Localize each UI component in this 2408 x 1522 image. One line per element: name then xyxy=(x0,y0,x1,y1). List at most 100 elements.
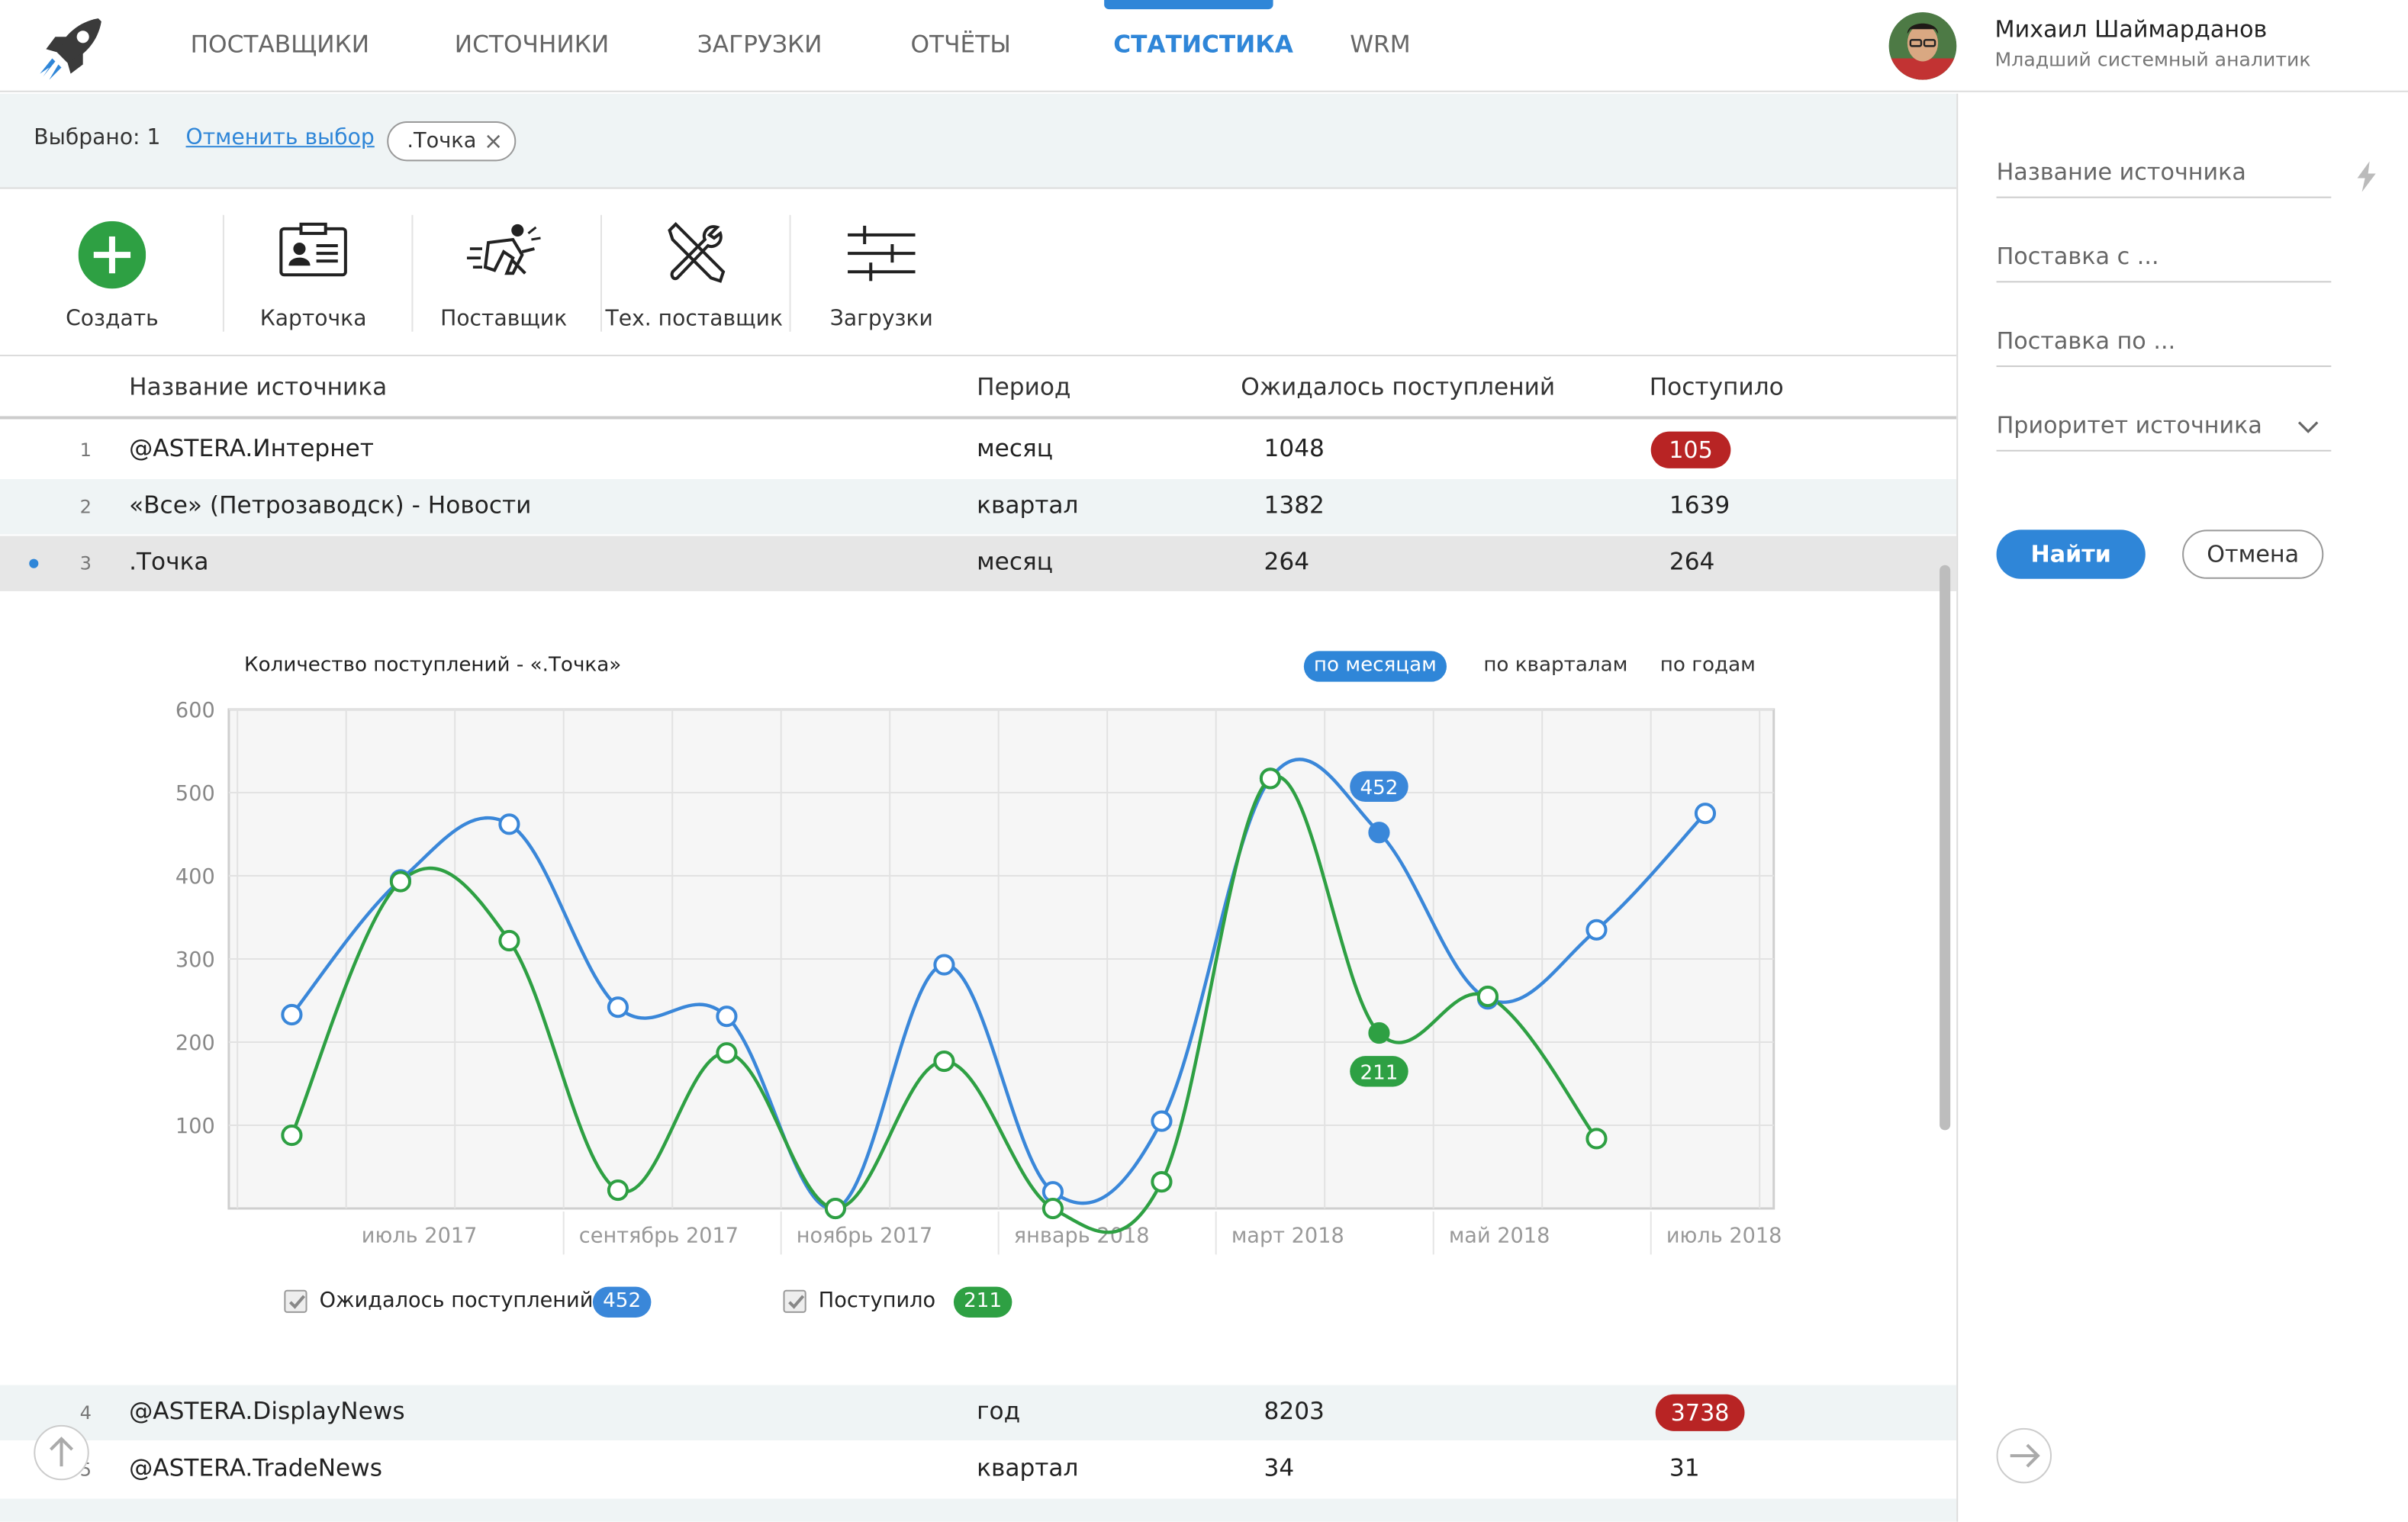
legend-expected-badge: 452 xyxy=(592,1286,652,1318)
legend-received-checkbox[interactable] xyxy=(783,1289,806,1313)
point-received xyxy=(1041,1197,1064,1220)
supplier-label: Поставщик xyxy=(440,307,568,332)
next-button[interactable] xyxy=(1996,1427,2052,1484)
sliders-icon xyxy=(848,225,916,282)
granularity-month-button[interactable]: по месяцам xyxy=(1303,651,1447,682)
point-received xyxy=(281,1125,303,1147)
nav-suppliers[interactable]: ПОСТАВЩИКИ xyxy=(191,31,370,58)
selection-count: Выбрано: 1 xyxy=(34,126,161,151)
tooltip-expected: 452 xyxy=(1350,771,1408,802)
column-period[interactable]: Период xyxy=(977,373,1070,401)
row-expected: 34 xyxy=(1264,1454,1295,1482)
row-source-name: @ASTERA.DisplayNews xyxy=(129,1397,405,1425)
point-received xyxy=(824,1197,847,1220)
row-period: месяц xyxy=(977,434,1054,462)
row-received-alert-badge: 3738 xyxy=(1655,1394,1745,1431)
cancel-selection-link[interactable]: Отменить выбор xyxy=(186,126,375,150)
tooltip-received-label: 211 xyxy=(1360,1061,1398,1084)
legend-expected-label: Ожидалось поступлений xyxy=(319,1288,594,1313)
row-received: 1639 xyxy=(1669,491,1730,520)
x-tick-label: июль 2018 xyxy=(1666,1224,1782,1247)
top-header: ПОСТАВЩИКИ ИСТОЧНИКИ ЗАГРУЗКИ ОТЧЁТЫ СТА… xyxy=(0,0,2408,92)
row-source-name: @ASTERA.TradeNews xyxy=(129,1454,383,1482)
app-root: ПОСТАВЩИКИ ИСТОЧНИКИ ЗАГРУЗКИ ОТЧЁТЫ СТА… xyxy=(0,0,2408,1522)
y-tick-label: 300 xyxy=(175,948,215,972)
table-row[interactable]: 5 @ASTERA.TradeNews квартал 34 31 xyxy=(0,1441,1957,1498)
tech-supplier-button[interactable]: Тех. поставщик xyxy=(600,191,788,356)
table-row[interactable]: 4 @ASTERA.DisplayNews год 8203 3738 xyxy=(0,1385,1957,1440)
chevron-down-icon xyxy=(2297,421,2319,433)
nav-sources[interactable]: ИСТОЧНИКИ xyxy=(455,31,609,58)
tooltip-expected-label: 452 xyxy=(1360,777,1398,800)
table-row[interactable]: 2 «Все» (Петрозаводск) - Новости квартал… xyxy=(0,478,1957,535)
scroll-top-button[interactable] xyxy=(34,1424,89,1481)
supply-from-placeholder: Поставка с ... xyxy=(1996,243,2159,271)
supply-to-field[interactable]: Поставка по ... xyxy=(1996,321,2332,368)
point-expected xyxy=(1694,803,1717,825)
point-expected xyxy=(281,1003,303,1026)
nav-uploads[interactable]: ЗАГРУЗКИ xyxy=(697,31,823,58)
x-tick-label: май 2018 xyxy=(1449,1224,1550,1247)
row-number: 4 xyxy=(79,1401,92,1424)
user-name[interactable]: Михаил Шаймарданов xyxy=(1995,15,2268,43)
nav-active-indicator xyxy=(1104,0,1273,10)
column-expected[interactable]: Ожидалось поступлений xyxy=(1241,373,1555,401)
chip-close-icon[interactable]: × xyxy=(484,127,503,155)
card-button[interactable]: Карточка xyxy=(220,191,407,356)
point-received xyxy=(1585,1128,1608,1150)
uploads-button[interactable]: Загрузки xyxy=(788,191,976,356)
nav-statistics[interactable]: СТАТИСТИКА xyxy=(1113,31,1293,58)
row-number: 1 xyxy=(79,439,92,461)
create-button[interactable]: Создать xyxy=(18,191,206,356)
supplier-button[interactable]: Поставщик xyxy=(410,191,597,356)
row-expected: 264 xyxy=(1264,548,1310,576)
wrench-screwdriver-icon xyxy=(668,222,726,283)
selection-bar: Выбрано: 1 Отменить выбор .Точка × xyxy=(0,93,1957,189)
granularity-quarter-button[interactable]: по кварталам xyxy=(1483,651,1627,681)
tooltip-received: 211 xyxy=(1350,1056,1408,1087)
source-name-placeholder: Название источника xyxy=(1996,158,2246,186)
selected-dot-icon xyxy=(29,558,39,568)
table-row-selected[interactable]: 3 .Точка месяц 264 264 xyxy=(0,536,1957,591)
cancel-button[interactable]: Отмена xyxy=(2182,529,2324,579)
point-expected xyxy=(1151,1110,1173,1132)
table-scrollbar[interactable] xyxy=(1940,565,1951,1131)
user-avatar[interactable] xyxy=(1888,12,1957,80)
row-period: месяц xyxy=(977,548,1054,576)
row-source-name: .Точка xyxy=(129,548,209,576)
point-expected xyxy=(498,813,520,835)
granularity-year-button[interactable]: по годам xyxy=(1660,651,1756,681)
row-expected: 1382 xyxy=(1264,491,1325,520)
card-label: Карточка xyxy=(259,307,367,332)
row-received: 31 xyxy=(1669,1454,1700,1482)
column-received[interactable]: Поступило xyxy=(1650,373,1784,401)
row-period: квартал xyxy=(977,1454,1079,1482)
courier-icon xyxy=(466,224,541,275)
nav-reports[interactable]: ОТЧЁТЫ xyxy=(911,31,1011,58)
find-button[interactable]: Найти xyxy=(1996,529,2146,579)
y-tick-label: 400 xyxy=(175,865,215,889)
chip-label: .Точка xyxy=(407,129,477,154)
row-source-name: @ASTERA.Интернет xyxy=(129,434,374,462)
column-source-name[interactable]: Название источника xyxy=(129,373,387,401)
table-row[interactable]: 1 @ASTERA.Интернет месяц 1048 105 xyxy=(0,422,1957,478)
row-number: 2 xyxy=(79,496,92,518)
priority-placeholder: Приоритет источника xyxy=(1996,411,2262,439)
toolbar: Создать Карточка Поставщик Тех. поставщи… xyxy=(0,190,1957,356)
uploads-label: Загрузки xyxy=(829,307,933,332)
priority-select[interactable]: Приоритет источника xyxy=(1996,405,2332,452)
legend-expected-checkbox[interactable] xyxy=(284,1289,307,1313)
supply-to-placeholder: Поставка по ... xyxy=(1996,327,2176,355)
lightning-icon[interactable] xyxy=(2356,161,2377,198)
supply-from-field[interactable]: Поставка с ... xyxy=(1996,237,2332,283)
nav-wrm[interactable]: WRM xyxy=(1350,31,1410,58)
row-expected: 1048 xyxy=(1264,434,1325,462)
x-tick-label: январь 2018 xyxy=(1014,1224,1150,1247)
rocket-logo-icon[interactable] xyxy=(34,12,108,83)
point-expected xyxy=(933,954,955,976)
row-number: 3 xyxy=(79,552,92,574)
source-name-field[interactable]: Название источника xyxy=(1996,152,2332,198)
user-role: Младший системный аналитик xyxy=(1994,47,2311,71)
point-received xyxy=(1368,1022,1390,1044)
line-chart: 100 200 300 400 500 600 июль 2017 сентябрь 201… xyxy=(175,699,1782,1255)
